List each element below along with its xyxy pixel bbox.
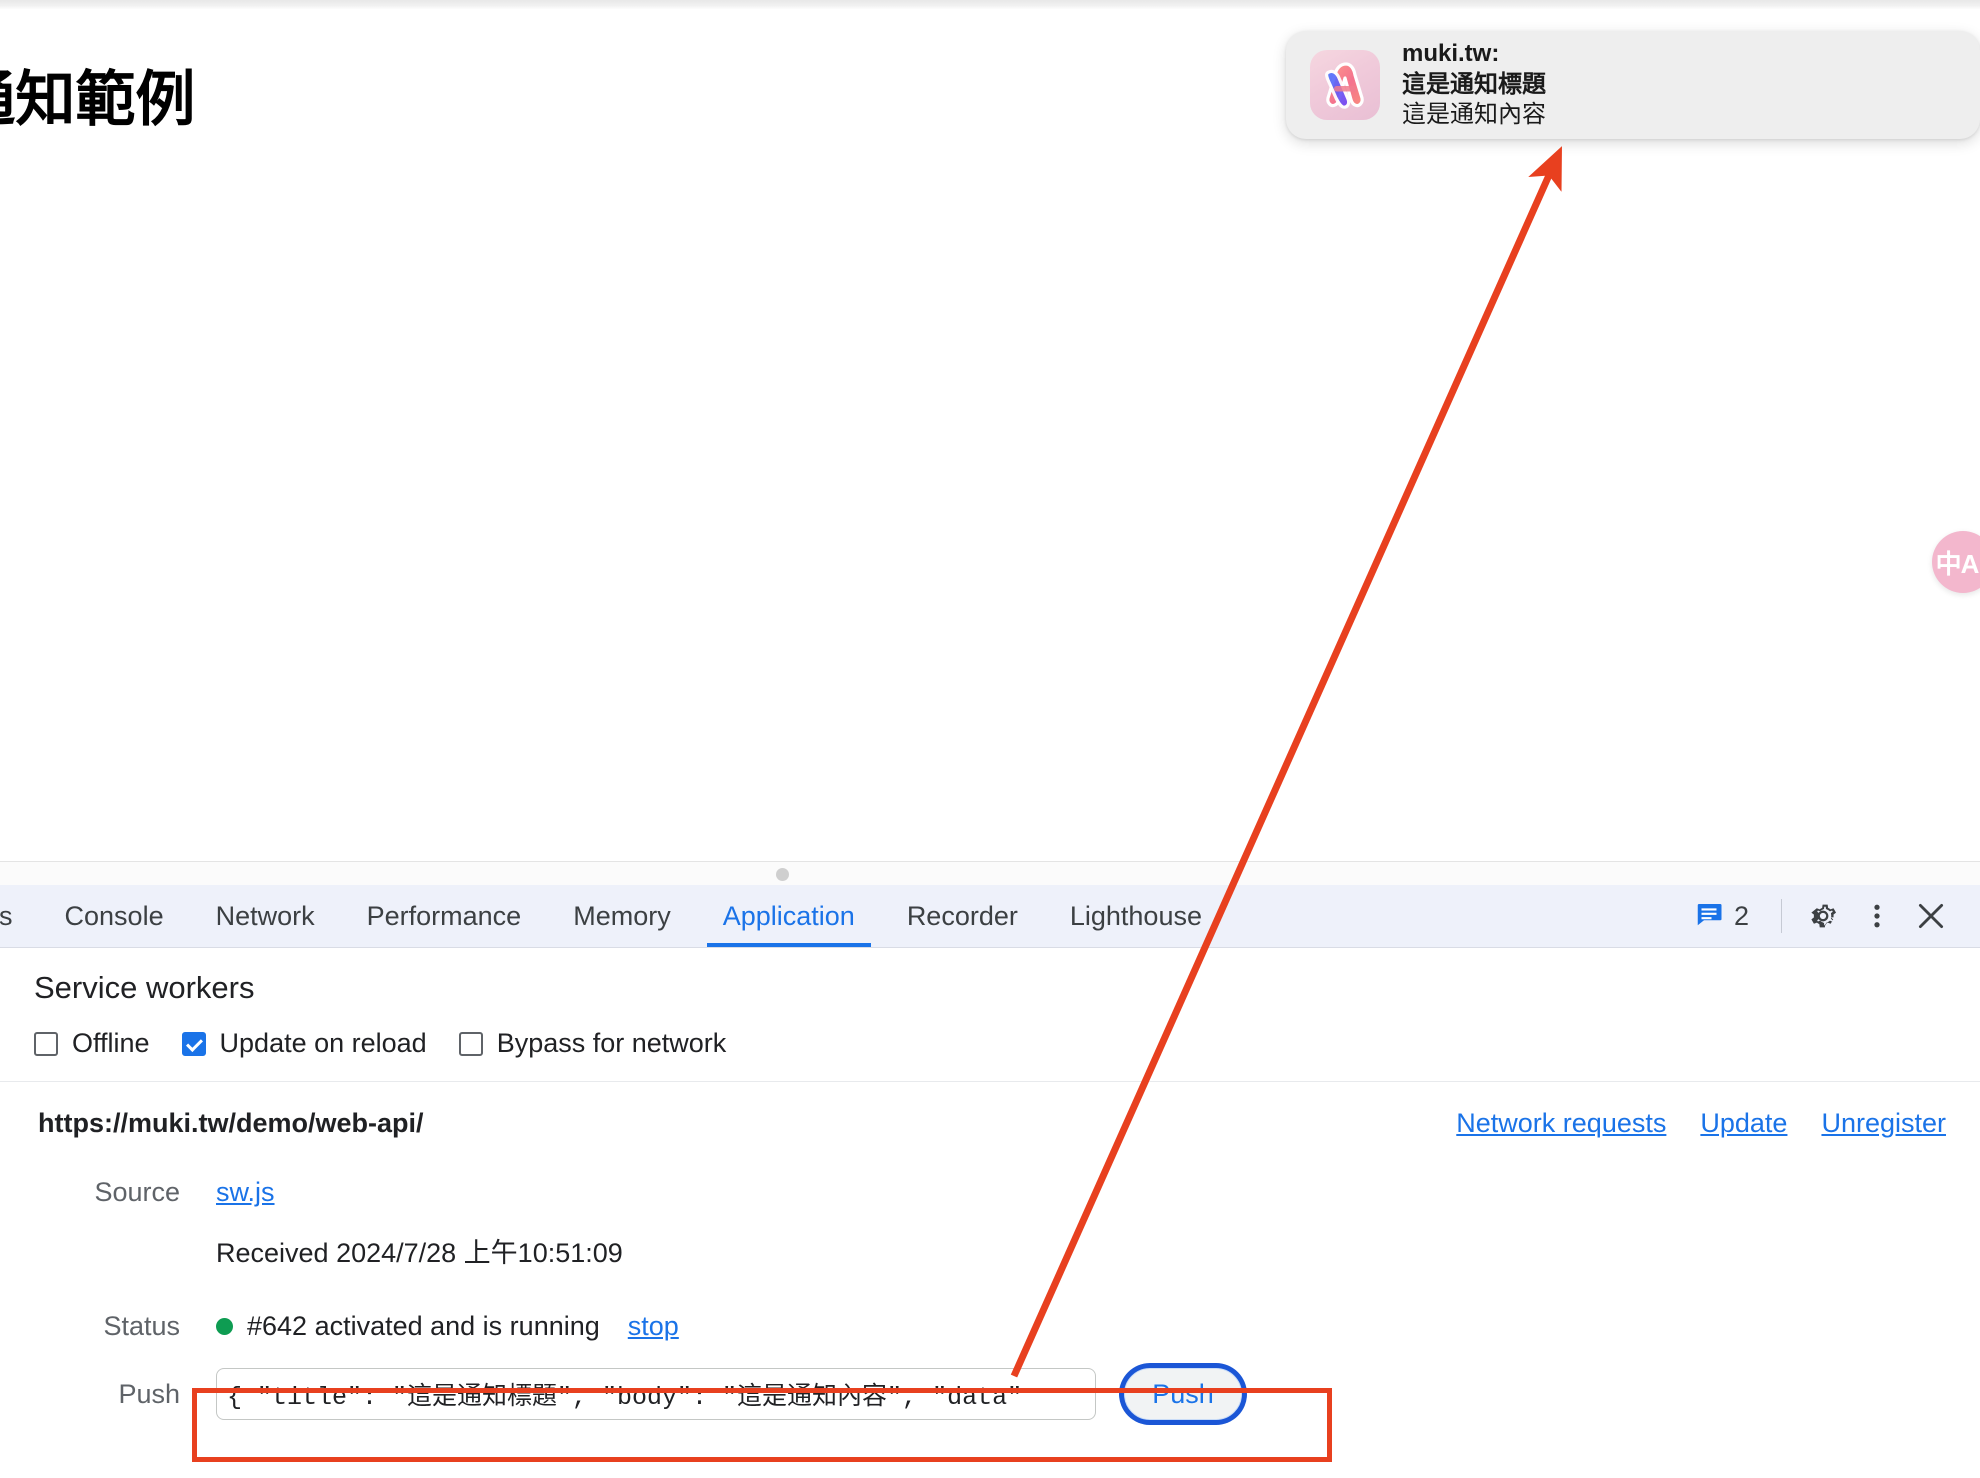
push-button[interactable]: Push <box>1124 1368 1242 1420</box>
translate-icon: 中A <box>1935 548 1980 579</box>
page-title: er 通知範例 <box>0 66 196 133</box>
devtools-toolbar: 2 <box>1676 885 1980 947</box>
tab-console[interactable]: Console <box>39 885 190 947</box>
more-vertical-icon[interactable] <box>1850 889 1904 943</box>
application-panel-body: Service workers Offline Update on reload… <box>0 948 1980 1423</box>
screenshot-root: er 通知範例 <box>0 0 1980 1478</box>
status-label: Status <box>103 1310 180 1341</box>
update-link[interactable]: Update <box>1700 1108 1787 1139</box>
push-controls: { "title": "這是通知標題", "body": "這是通知內容", "… <box>216 1368 1242 1420</box>
registration-origin: https://muki.tw/demo/web-api/ <box>38 1108 424 1138</box>
message-count-button[interactable]: 2 <box>1676 899 1767 934</box>
tab-performance[interactable]: Performance <box>341 885 548 947</box>
tab-label: Memory <box>573 900 671 931</box>
push-payload-input[interactable]: { "title": "這是通知標題", "body": "這是通知內容", "… <box>216 1368 1096 1420</box>
drag-handle-icon[interactable] <box>776 868 789 881</box>
tab-label: Lighthouse <box>1069 900 1202 931</box>
checkbox-box[interactable] <box>181 1031 206 1056</box>
devtools-resize-strip[interactable] <box>0 861 1980 886</box>
checkbox-label: Update on reload <box>219 1028 427 1058</box>
gear-icon[interactable] <box>1796 889 1850 943</box>
unregister-link[interactable]: Unregister <box>1821 1108 1946 1139</box>
tab-label: Performance <box>366 900 522 931</box>
service-workers-heading: Service workers <box>34 970 255 1005</box>
notification-text: muki.tw: 這是通知標題 這是通知內容 <box>1402 39 1546 131</box>
checkbox-offline[interactable]: Offline <box>34 1028 150 1059</box>
tab-memory[interactable]: Memory <box>547 885 697 947</box>
message-icon <box>1694 899 1724 934</box>
notification-body: 這是通知內容 <box>1402 101 1546 129</box>
tab-label: Recorder <box>906 900 1018 931</box>
notification-toast[interactable]: muki.tw: 這是通知標題 這是通知內容 <box>1286 31 1980 139</box>
tab-lighthouse[interactable]: Lighthouse <box>1044 885 1228 947</box>
notification-title: 這是通知標題 <box>1402 70 1546 98</box>
checkbox-label: Offline <box>72 1028 150 1058</box>
stop-link[interactable]: stop <box>628 1311 679 1342</box>
message-count-label: 2 <box>1733 900 1749 931</box>
tab-recorder[interactable]: Recorder <box>881 885 1044 947</box>
tab-label: es <box>0 900 13 931</box>
browser-chrome-strip <box>0 0 1980 9</box>
tab-label: Application <box>722 900 855 931</box>
tab-network[interactable]: Network <box>190 885 341 947</box>
status-dot-icon <box>216 1317 233 1335</box>
tab-application[interactable]: Application <box>697 885 881 947</box>
source-value: sw.js <box>216 1177 275 1208</box>
status-row: Status #642 activated and is running sto… <box>0 1297 1980 1355</box>
service-worker-registration: https://muki.tw/demo/web-api/ Network re… <box>0 1082 1980 1423</box>
checkbox-update-on-reload[interactable]: Update on reload <box>181 1028 427 1059</box>
checkbox-bypass-for-network[interactable]: Bypass for network <box>458 1028 727 1059</box>
tab-sources[interactable]: es <box>0 885 39 947</box>
received-row: Received 2024/7/28 上午10:51:09 <box>0 1221 1980 1279</box>
checkbox-box[interactable] <box>458 1031 483 1056</box>
received-value: Received 2024/7/28 上午10:51:09 <box>216 1237 623 1268</box>
page-viewport: er 通知範例 <box>0 9 1980 861</box>
registration-actions: Network requests Update Unregister <box>1456 1108 1946 1139</box>
app-logo-icon <box>1310 50 1380 120</box>
network-requests-link[interactable]: Network requests <box>1456 1108 1666 1139</box>
devtools-panel: es Console Network Performance Memory Ap… <box>0 885 1980 1478</box>
service-worker-options: Offline Update on reload Bypass for netw… <box>0 1006 1980 1082</box>
notification-app: muki.tw: <box>1402 39 1500 67</box>
tab-label: Console <box>64 900 164 931</box>
checkbox-label: Bypass for network <box>496 1028 727 1058</box>
devtools-tab-list: es Console Network Performance Memory Ap… <box>0 885 1228 947</box>
push-label: Push <box>118 1378 180 1409</box>
push-row: Push { "title": "這是通知標題", "body": "這是通知內… <box>0 1365 1980 1423</box>
source-label: Source <box>94 1176 180 1207</box>
toolbar-divider <box>1781 899 1782 933</box>
checkbox-box[interactable] <box>34 1031 58 1056</box>
status-text: #642 activated and is running <box>247 1310 600 1341</box>
devtools-tabbar: es Console Network Performance Memory Ap… <box>0 885 1980 948</box>
translate-widget-button[interactable]: 中A <box>1932 531 1980 593</box>
sw-js-link[interactable]: sw.js <box>216 1177 275 1208</box>
registration-header: https://muki.tw/demo/web-api/ Network re… <box>0 1108 1980 1139</box>
source-row: Source sw.js <box>0 1163 1980 1221</box>
tab-label: Network <box>215 900 315 931</box>
close-icon[interactable] <box>1904 889 1958 943</box>
status-value-group: #642 activated and is running stop <box>216 1311 679 1342</box>
